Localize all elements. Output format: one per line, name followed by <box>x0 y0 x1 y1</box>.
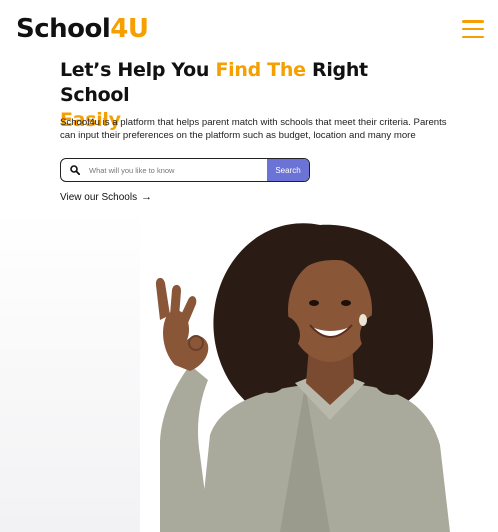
hamburger-menu-icon[interactable] <box>462 20 484 38</box>
arrow-right-icon: → <box>141 191 153 203</box>
search-bar: Search <box>60 158 310 182</box>
search-button[interactable]: Search <box>267 159 309 181</box>
hero-description: School4u is a platform that helps parent… <box>60 117 447 141</box>
view-schools-link[interactable]: View our Schools → <box>60 191 152 203</box>
logo-text-orange: 4U <box>110 14 149 44</box>
logo[interactable]: School4U <box>16 16 149 42</box>
headline-highlight-1: Find The <box>215 59 306 81</box>
header: School4U <box>0 0 498 64</box>
headline-part-1: Let’s Help You <box>60 59 216 81</box>
search-input[interactable] <box>89 159 267 181</box>
background-shade <box>0 210 140 532</box>
hero-photo-woman <box>155 223 450 532</box>
view-schools-label: View our Schools <box>60 191 138 203</box>
logo-text-black: School <box>16 14 111 44</box>
search-icon <box>61 165 89 175</box>
